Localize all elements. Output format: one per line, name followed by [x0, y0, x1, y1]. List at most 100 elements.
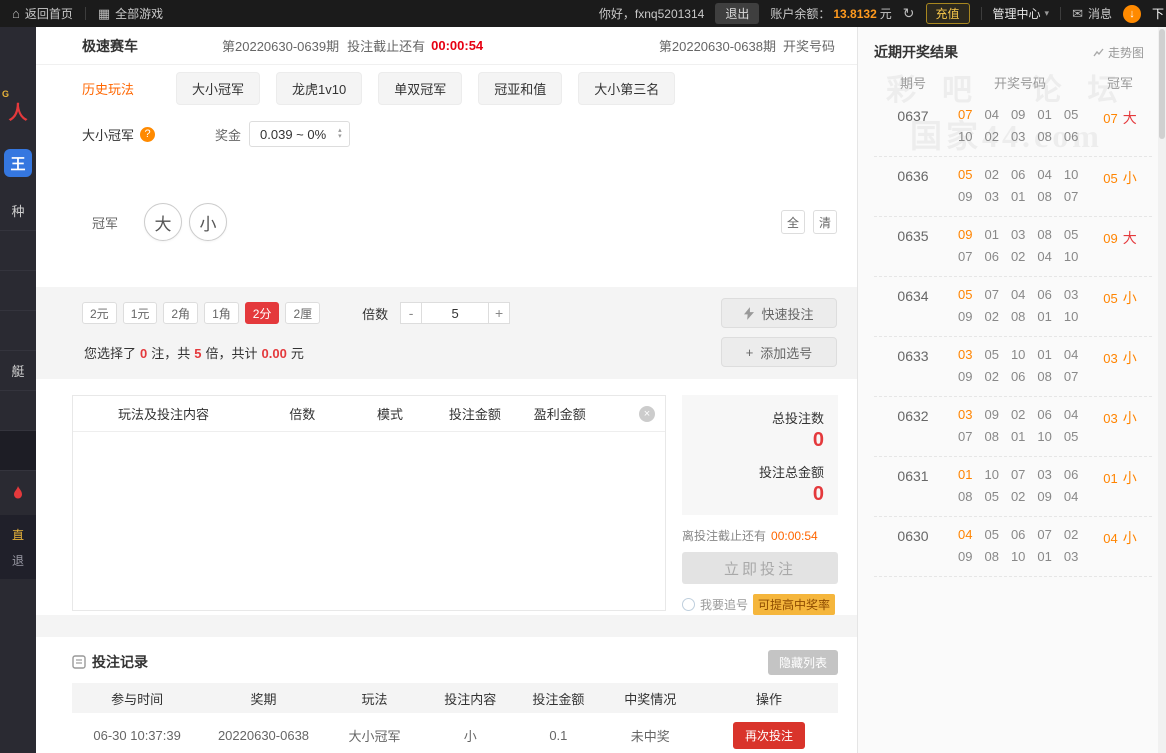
total-money: 0.00	[261, 345, 287, 361]
trend-chart-label: 走势图	[1107, 45, 1144, 60]
draw-number: 06	[1063, 129, 1079, 144]
chase-badge: 可提高中奖率	[753, 594, 836, 615]
chase-label[interactable]: 我要追号	[700, 596, 748, 613]
all-games-link[interactable]: ▦ 全部游戏	[86, 0, 175, 27]
draw-number: 01	[1037, 549, 1052, 564]
deadline-label: 投注截止还有	[347, 39, 426, 54]
draw-number: 01	[984, 227, 999, 242]
records-header-row: 参与时间 奖期 玩法 投注内容 投注金额 中奖情况 操作	[72, 683, 838, 713]
draw-number: 01	[958, 467, 973, 482]
tab-1[interactable]: 龙虎1v10	[276, 71, 363, 105]
result-issue: 0631	[897, 468, 929, 484]
side-countdown: 00:00:54	[771, 529, 818, 543]
draw-number: 07	[958, 429, 973, 444]
help-icon[interactable]: ?	[140, 126, 156, 142]
submit-bet-button[interactable]: 立即投注	[682, 552, 838, 584]
selected-count: 0	[140, 345, 148, 361]
draw-number: 02	[984, 167, 999, 182]
download-label[interactable]: 下	[1152, 5, 1164, 22]
download-arrow: ↓	[1129, 7, 1135, 20]
result-row: 0632 03 09 02 06 04 07 08 01 10 05 03 小	[874, 397, 1152, 457]
multiplier-value[interactable]: 5	[422, 302, 489, 324]
draw-number: 06	[984, 249, 999, 264]
scrollbar-thumb[interactable]	[1159, 29, 1165, 139]
records-column: 玩法	[361, 691, 388, 707]
minus-button[interactable]: -	[400, 302, 423, 324]
draw-number: 03	[984, 189, 999, 204]
hot-flame-icon[interactable]	[0, 471, 36, 515]
draw-number: 06	[1010, 167, 1026, 182]
slip-column: 投注金额	[448, 407, 501, 422]
messages-link[interactable]: ✉ 消息	[1072, 5, 1112, 22]
sidebar-logo-2[interactable]: 王	[4, 149, 32, 177]
slip-column: 模式	[376, 407, 403, 422]
refresh-icon[interactable]: ↻	[903, 5, 915, 22]
draw-number: 02	[1010, 249, 1026, 264]
hide-list-button[interactable]: 隐藏列表	[767, 649, 838, 675]
sidebar-bottom-item-2[interactable]: 退	[0, 547, 36, 573]
clear-button[interactable]: 清	[813, 210, 837, 234]
unit-2[interactable]: 2角	[163, 302, 199, 324]
draw-number: 05	[1063, 227, 1079, 242]
unit-5[interactable]: 2厘	[285, 302, 321, 324]
sidebar-item-active[interactable]	[0, 431, 36, 471]
prize-select[interactable]: 0.039 ~ 0% ▴ ▾	[249, 121, 350, 147]
plus-icon: +	[745, 344, 754, 360]
topbar-divider	[1060, 7, 1062, 20]
option-1[interactable]: 小	[189, 203, 228, 241]
chase-checkbox[interactable]	[682, 598, 695, 611]
countdown-timer: 00:00:54	[431, 38, 484, 53]
sidebar-item-2[interactable]	[0, 271, 36, 311]
list-icon	[72, 655, 86, 669]
tab-2[interactable]: 单双冠军	[378, 71, 463, 105]
draw-number: 09	[1010, 107, 1026, 122]
draw-number: 04	[1063, 489, 1079, 504]
records-column: 中奖情况	[624, 691, 677, 707]
bet-records-section: 投注记录 隐藏列表 参与时间 奖期 玩法 投注内容 投注金额 中奖情况 操作 06-30 1…	[36, 637, 857, 753]
tab-0[interactable]: 大小冠军	[176, 71, 261, 105]
record-row: 06-30 10:37:39 20220630-0638 大小冠军 小 0.1 …	[72, 713, 838, 753]
history-play-link[interactable]: 历史玩法	[82, 79, 134, 98]
unit-0[interactable]: 2元	[82, 302, 117, 324]
spinner-icon[interactable]: ▴ ▾	[338, 127, 342, 140]
trend-chart-link[interactable]: 走势图	[1093, 44, 1144, 61]
admin-center-menu[interactable]: 管理中心 ▾	[993, 5, 1050, 22]
draw-number: 04	[958, 527, 973, 542]
logout-button[interactable]: 退出	[715, 3, 760, 24]
sidebar-logo-1[interactable]: G 人	[0, 85, 36, 137]
tab-4[interactable]: 大小第三名	[578, 71, 676, 105]
unit-3[interactable]: 1角	[204, 302, 239, 324]
close-icon[interactable]: ×	[639, 405, 655, 422]
sidebar-item-5[interactable]	[0, 391, 36, 431]
plus-button[interactable]: +	[488, 302, 511, 324]
recharge-button[interactable]: 充值	[925, 3, 970, 24]
current-issue: 第20220630-0639期	[222, 39, 340, 54]
rebet-button[interactable]: 再次投注	[733, 722, 806, 749]
sidebar-item-0[interactable]: 种	[0, 191, 36, 231]
logo-badge: G	[2, 89, 10, 99]
draw-number: 01	[1037, 107, 1052, 122]
unit-1[interactable]: 1元	[122, 302, 158, 324]
option-0[interactable]: 大	[144, 203, 183, 241]
game-title: 极速赛车	[82, 37, 138, 54]
page-scrollbar[interactable]	[1158, 27, 1166, 753]
quick-bet-button[interactable]: 快速投注	[721, 298, 837, 328]
select-all-button[interactable]: 全	[781, 210, 805, 234]
sidebar-item-3[interactable]	[0, 311, 36, 351]
result-champion: 01 小	[1103, 470, 1137, 486]
sidebar-item-1[interactable]	[0, 231, 36, 271]
download-icon[interactable]: ↓	[1122, 4, 1141, 23]
draw-number: 08	[1037, 189, 1052, 204]
records-column: 操作	[756, 691, 783, 707]
sidebar-bottom-item-1[interactable]: 直	[0, 521, 36, 547]
draw-number: 05	[1063, 107, 1079, 122]
draw-number: 07	[958, 249, 973, 264]
add-selection-button[interactable]: + 添加选号	[721, 337, 837, 367]
results-column: 冠军	[1106, 75, 1133, 91]
draw-number: 07	[958, 107, 973, 122]
tab-3[interactable]: 冠亚和值	[478, 71, 563, 105]
home-link[interactable]: ⌂ 返回首页	[0, 0, 85, 27]
sidebar-item-4[interactable]: 艇	[0, 351, 36, 391]
result-row: 0630 04 05 06 07 02 09 08 10 01 03 04 小	[874, 517, 1152, 577]
unit-4[interactable]: 2分	[244, 302, 280, 324]
